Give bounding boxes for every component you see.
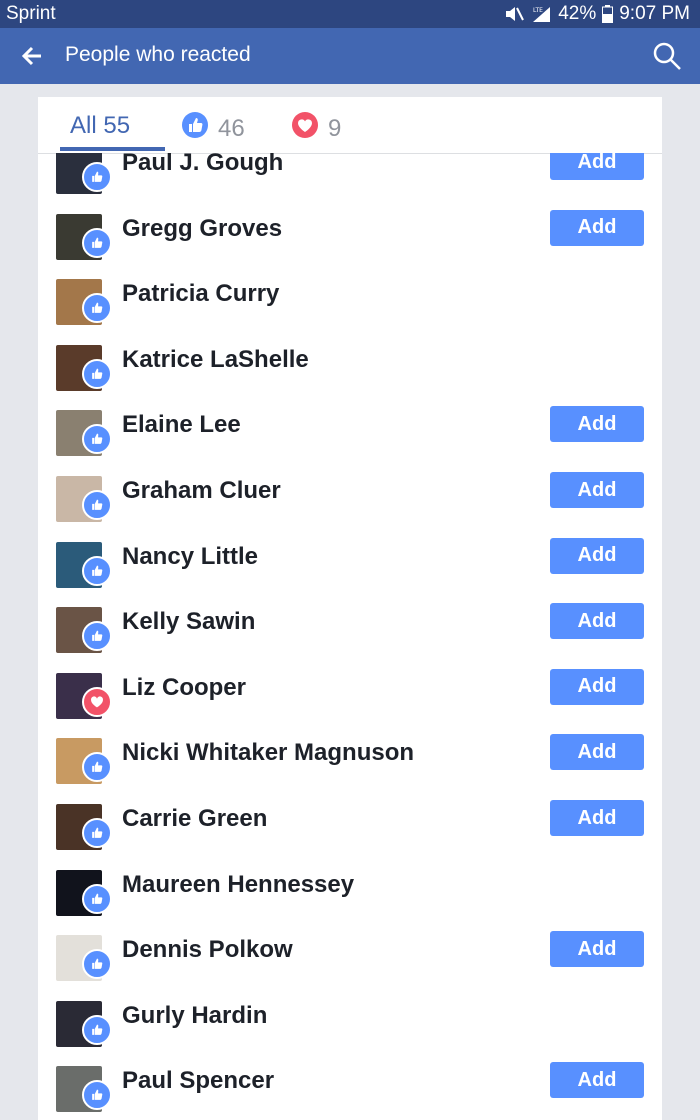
person-name[interactable]: Paul J. Gough: [122, 153, 283, 178]
person-name[interactable]: Gregg Groves: [122, 214, 282, 244]
love-icon: [292, 112, 318, 145]
person-name[interactable]: Patricia Curry: [122, 279, 279, 309]
status-icons: LTE 42% 9:07 PM: [504, 3, 690, 25]
person-name[interactable]: Gurly Hardin: [122, 1001, 267, 1031]
person-name[interactable]: Liz Cooper: [122, 673, 246, 703]
mute-icon: [504, 5, 525, 23]
like-reaction-icon: [82, 752, 112, 783]
app-bar: People who reacted: [0, 28, 700, 84]
like-icon: [182, 112, 208, 145]
like-reaction-icon: [82, 424, 112, 455]
person-name[interactable]: Paul Spencer: [122, 1066, 274, 1096]
person-row[interactable]: Dennis Polkow Add: [38, 931, 662, 1001]
like-reaction-icon: [82, 490, 112, 520]
tab-all[interactable]: All 55: [70, 112, 130, 140]
person-row[interactable]: Nancy Little Add: [38, 537, 662, 608]
person-row[interactable]: Katrice LaShelle: [38, 344, 662, 411]
carrier-name: Sprint: [6, 3, 56, 24]
reaction-tabs: All 55 46 9: [38, 97, 662, 154]
add-friend-button[interactable]: Add: [550, 1062, 644, 1099]
person-name[interactable]: Nancy Little: [122, 542, 258, 572]
like-reaction-icon: [82, 949, 112, 980]
person-name[interactable]: Katrice LaShelle: [122, 345, 309, 375]
like-reaction-icon: [82, 883, 112, 914]
like-reaction-icon: [82, 818, 112, 848]
person-name[interactable]: Kelly Sawin: [122, 607, 255, 637]
like-reaction-icon: [82, 555, 112, 586]
status-bar: Sprint LTE 42% 9:07 PM: [0, 0, 700, 28]
person-name[interactable]: Elaine Lee: [122, 410, 241, 440]
tab-all-label: All 55: [70, 112, 131, 139]
person-name[interactable]: Dennis Polkow: [122, 935, 293, 965]
page-title: People who reacted: [65, 43, 251, 66]
people-list[interactable]: Paul J. Gough Add Gregg Groves Add Patricia …: [38, 153, 662, 1120]
person-name[interactable]: Carrie Green: [122, 804, 267, 834]
person-row[interactable]: Patricia Curry: [38, 279, 662, 345]
person-row[interactable]: Gregg Groves Add: [38, 209, 662, 280]
love-reaction-icon: [82, 686, 112, 717]
search-icon[interactable]: [652, 41, 682, 76]
add-friend-button[interactable]: Add: [550, 603, 644, 640]
back-arrow-icon[interactable]: [20, 44, 44, 73]
active-tab-indicator: [60, 147, 165, 151]
signal-icon: LTE: [530, 5, 552, 23]
person-row[interactable]: Elaine Lee Add: [38, 406, 662, 476]
tab-like-count: 46: [218, 114, 245, 142]
add-friend-button[interactable]: Add: [550, 209, 644, 246]
tab-love[interactable]: 9: [292, 112, 341, 145]
person-row[interactable]: Carrie Green Add: [38, 800, 662, 870]
add-friend-button[interactable]: Add: [550, 800, 644, 836]
like-reaction-icon: [82, 1080, 112, 1111]
like-reaction-icon: [82, 293, 112, 324]
add-friend-button[interactable]: Add: [550, 668, 644, 705]
like-reaction-icon: [82, 162, 112, 192]
clock: 9:07 PM: [619, 3, 690, 24]
person-name[interactable]: Nicki Whitaker Magnuson: [122, 738, 414, 768]
battery-icon: [602, 5, 614, 23]
person-row[interactable]: Maureen Hennessey: [38, 869, 662, 936]
like-reaction-icon: [82, 227, 112, 258]
like-reaction-icon: [82, 621, 112, 652]
add-friend-button[interactable]: Add: [550, 537, 644, 574]
add-friend-button[interactable]: Add: [550, 734, 644, 771]
svg-text:LTE: LTE: [533, 7, 543, 14]
add-friend-button[interactable]: Add: [550, 406, 644, 443]
like-reaction-icon: [82, 358, 112, 389]
add-friend-button[interactable]: Add: [550, 931, 644, 968]
add-friend-button[interactable]: Add: [550, 153, 644, 180]
person-row[interactable]: Paul J. Gough Add: [38, 153, 662, 214]
person-name[interactable]: Maureen Hennessey: [122, 870, 354, 900]
add-friend-button[interactable]: Add: [550, 472, 644, 508]
person-row[interactable]: Graham Cluer Add: [38, 472, 662, 542]
person-name[interactable]: Graham Cluer: [122, 476, 281, 506]
tab-love-count: 9: [328, 114, 342, 142]
person-row[interactable]: Nicki Whitaker Magnuson Add: [38, 734, 662, 804]
like-reaction-icon: [82, 1014, 112, 1045]
person-row[interactable]: Gurly Hardin: [38, 1000, 662, 1067]
reactions-card: All 55 46 9 Paul J. Gough Add Gregg Groves…: [38, 97, 662, 1120]
battery-percent: 42%: [558, 3, 597, 24]
tab-like[interactable]: 46: [182, 112, 245, 145]
person-row[interactable]: Paul Spencer Add: [38, 1062, 662, 1120]
person-row[interactable]: Liz Cooper Add: [38, 668, 662, 739]
person-row[interactable]: Kelly Sawin Add: [38, 603, 662, 673]
